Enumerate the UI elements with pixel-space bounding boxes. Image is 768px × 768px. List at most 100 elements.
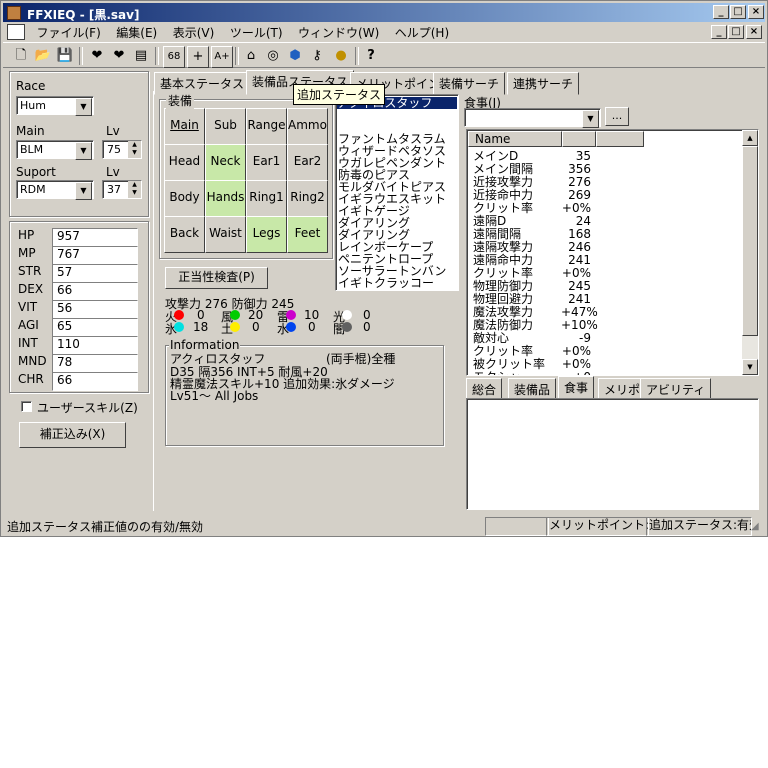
suport-lv-value: 37 [107,183,121,196]
slot-sub-button[interactable]: Sub [205,108,246,145]
meal-select[interactable]: ▼ [464,108,601,128]
main-job-value: BLM [20,143,44,156]
open-folder-icon[interactable]: 📂 [33,46,53,66]
slot-range-button[interactable]: Range [246,108,287,145]
slot-ring1-button[interactable]: Ring1 [246,180,287,217]
mdi-close-button[interactable]: × [746,25,762,39]
stat-value: 767 [52,246,138,265]
menu-edit[interactable]: 編集(E) [110,23,163,41]
stat-name: VIT [18,300,38,314]
correction-button[interactable]: 補正込み(X) [19,422,126,448]
stat-row-mnd: MND 78 [18,354,142,373]
scroll-thumb[interactable] [742,146,758,336]
status-row[interactable]: モクシャ +0 [471,371,741,376]
list-icon[interactable]: ▤ [131,46,151,66]
menu-file[interactable]: ファイル(F) [31,23,107,41]
earth-value: 0 [252,320,260,334]
vertical-scrollbar[interactable]: ▲ ▼ [742,130,758,375]
plus-button[interactable]: + [187,46,209,68]
spinner-arrows-icon[interactable]: ▲ ▼ [128,181,141,198]
slot-head-button[interactable]: Head [164,144,205,181]
list-item[interactable]: イギトクラッコー [338,277,434,289]
equip-set-icon[interactable]: ❤ [87,46,107,66]
spinner-arrows-icon[interactable]: ▲ ▼ [128,141,141,158]
slot-back-button[interactable]: Back [164,216,205,253]
slot-hands-button[interactable]: Hands [205,180,246,217]
cube-icon[interactable]: ⬢ [285,46,305,66]
stat-name: INT [18,336,38,350]
race-select[interactable]: Hum ▼ [16,96,94,116]
key-icon[interactable]: ⚷ [307,46,327,66]
b68-button[interactable]: 68 [163,46,185,68]
aplus-button[interactable]: A+ [211,46,233,68]
water-value: 0 [308,320,316,334]
status-row[interactable]: クリット率 +0% [471,202,741,215]
slot-ear1-button[interactable]: Ear1 [246,144,287,181]
status-text: 追加ステータス補正値のの有効/無効 [7,520,204,534]
scroll-up-icon[interactable]: ▲ [742,130,758,146]
globe-icon[interactable]: ◎ [263,46,283,66]
title-bar: FFXIEQ - [黒.sav] _ □ × [3,3,765,22]
slot-feet-button[interactable]: Feet [287,216,328,253]
mdi-minimize-button[interactable]: _ [711,25,727,39]
window-title: FFXIEQ - [黒.sav] [27,8,140,22]
status-merit: メリットポイント:無効 [546,517,649,536]
status-rows: メインD 35 メイン間隔 356 近接攻撃力 276 近接命中力 269 クリット率 +0% 遠隔… [467,148,742,376]
info-box: アクィロスタッフ (両手棍)全種 D35 隔356 INT+5 耐風+20 精霊… [165,345,444,446]
help-icon[interactable]: ? [361,46,381,66]
status-row[interactable]: 魔法防御力 +10% [471,319,741,332]
save-icon[interactable]: 💾 [55,46,75,66]
new-file-icon[interactable]: 🗋 [11,46,31,66]
main-lv-spinner[interactable]: 75 ▲ ▼ [102,140,142,159]
stat-name: AGI [18,318,39,332]
slot-neck-button[interactable]: Neck [205,144,246,181]
stats-panel: HP 957 MP 767 STR 57 DEX 66 VIT 56 AGI 6… [9,221,149,393]
slot-body-button[interactable]: Body [164,180,205,217]
slot-ear2-button[interactable]: Ear2 [287,144,328,181]
column-header-value[interactable] [562,131,596,147]
suport-lv-spinner[interactable]: 37 ▲ ▼ [102,180,142,199]
menu-tools[interactable]: ツール(T) [224,23,289,41]
slot-ring2-button[interactable]: Ring2 [287,180,328,217]
stat-row-hp: HP 957 [18,228,142,247]
stat-row-mp: MP 767 [18,246,142,265]
maximize-button[interactable]: □ [730,5,746,19]
status-panel-empty [485,517,549,536]
close-button[interactable]: × [748,5,764,19]
stat-row-chr: CHR 66 [18,372,142,391]
suport-job-select[interactable]: RDM ▼ [16,180,94,200]
menu-view[interactable]: 表示(V) [167,23,221,41]
menu-help[interactable]: ヘルプ(H) [389,23,455,41]
stat-row-dex: DEX 66 [18,282,142,301]
main-lv-label: Lv [106,124,120,138]
column-header-name[interactable]: Name [468,131,562,147]
chevron-down-icon: ▼ [75,98,92,116]
equip-set2-icon[interactable]: ❤ [109,46,129,66]
mdi-restore-button[interactable]: □ [728,25,744,39]
minimize-button[interactable]: _ [713,5,729,19]
stat-name: CHR [18,372,44,386]
status-row-value: +0 [561,371,591,376]
food-icon[interactable]: ● [331,46,351,66]
resize-grip-icon[interactable]: ◢ [751,521,759,532]
column-header-extra[interactable] [596,131,644,147]
scroll-down-icon[interactable]: ▼ [742,359,758,375]
thunder-icon [286,310,296,320]
tab-equipment-search[interactable]: 装備サーチ [433,72,506,95]
main-job-select[interactable]: BLM ▼ [16,140,94,160]
tab-link-search[interactable]: 連携サーチ [507,72,580,95]
main-lv-value: 75 [107,143,121,156]
info-label: Information [169,338,241,352]
slot-ammo-button[interactable]: Ammo [287,108,328,145]
user-skill-checkbox[interactable] [21,401,32,412]
menu-window[interactable]: ウィンドウ(W) [292,23,385,41]
slot-waist-button[interactable]: Waist [205,216,246,253]
chevron-down-icon: ▼ [75,182,92,200]
equip-grid: Main Sub Range Ammo Head Neck Ear1 Ear2 … [159,99,333,259]
meal-browse-button[interactable]: ... [605,107,629,126]
slot-legs-button[interactable]: Legs [246,216,287,253]
validity-check-button[interactable]: 正当性検査(P) [165,267,268,289]
house-icon[interactable]: ⌂ [241,46,261,66]
status-row-name: モクシャ [473,371,521,376]
slot-main-button[interactable]: Main [164,108,205,145]
